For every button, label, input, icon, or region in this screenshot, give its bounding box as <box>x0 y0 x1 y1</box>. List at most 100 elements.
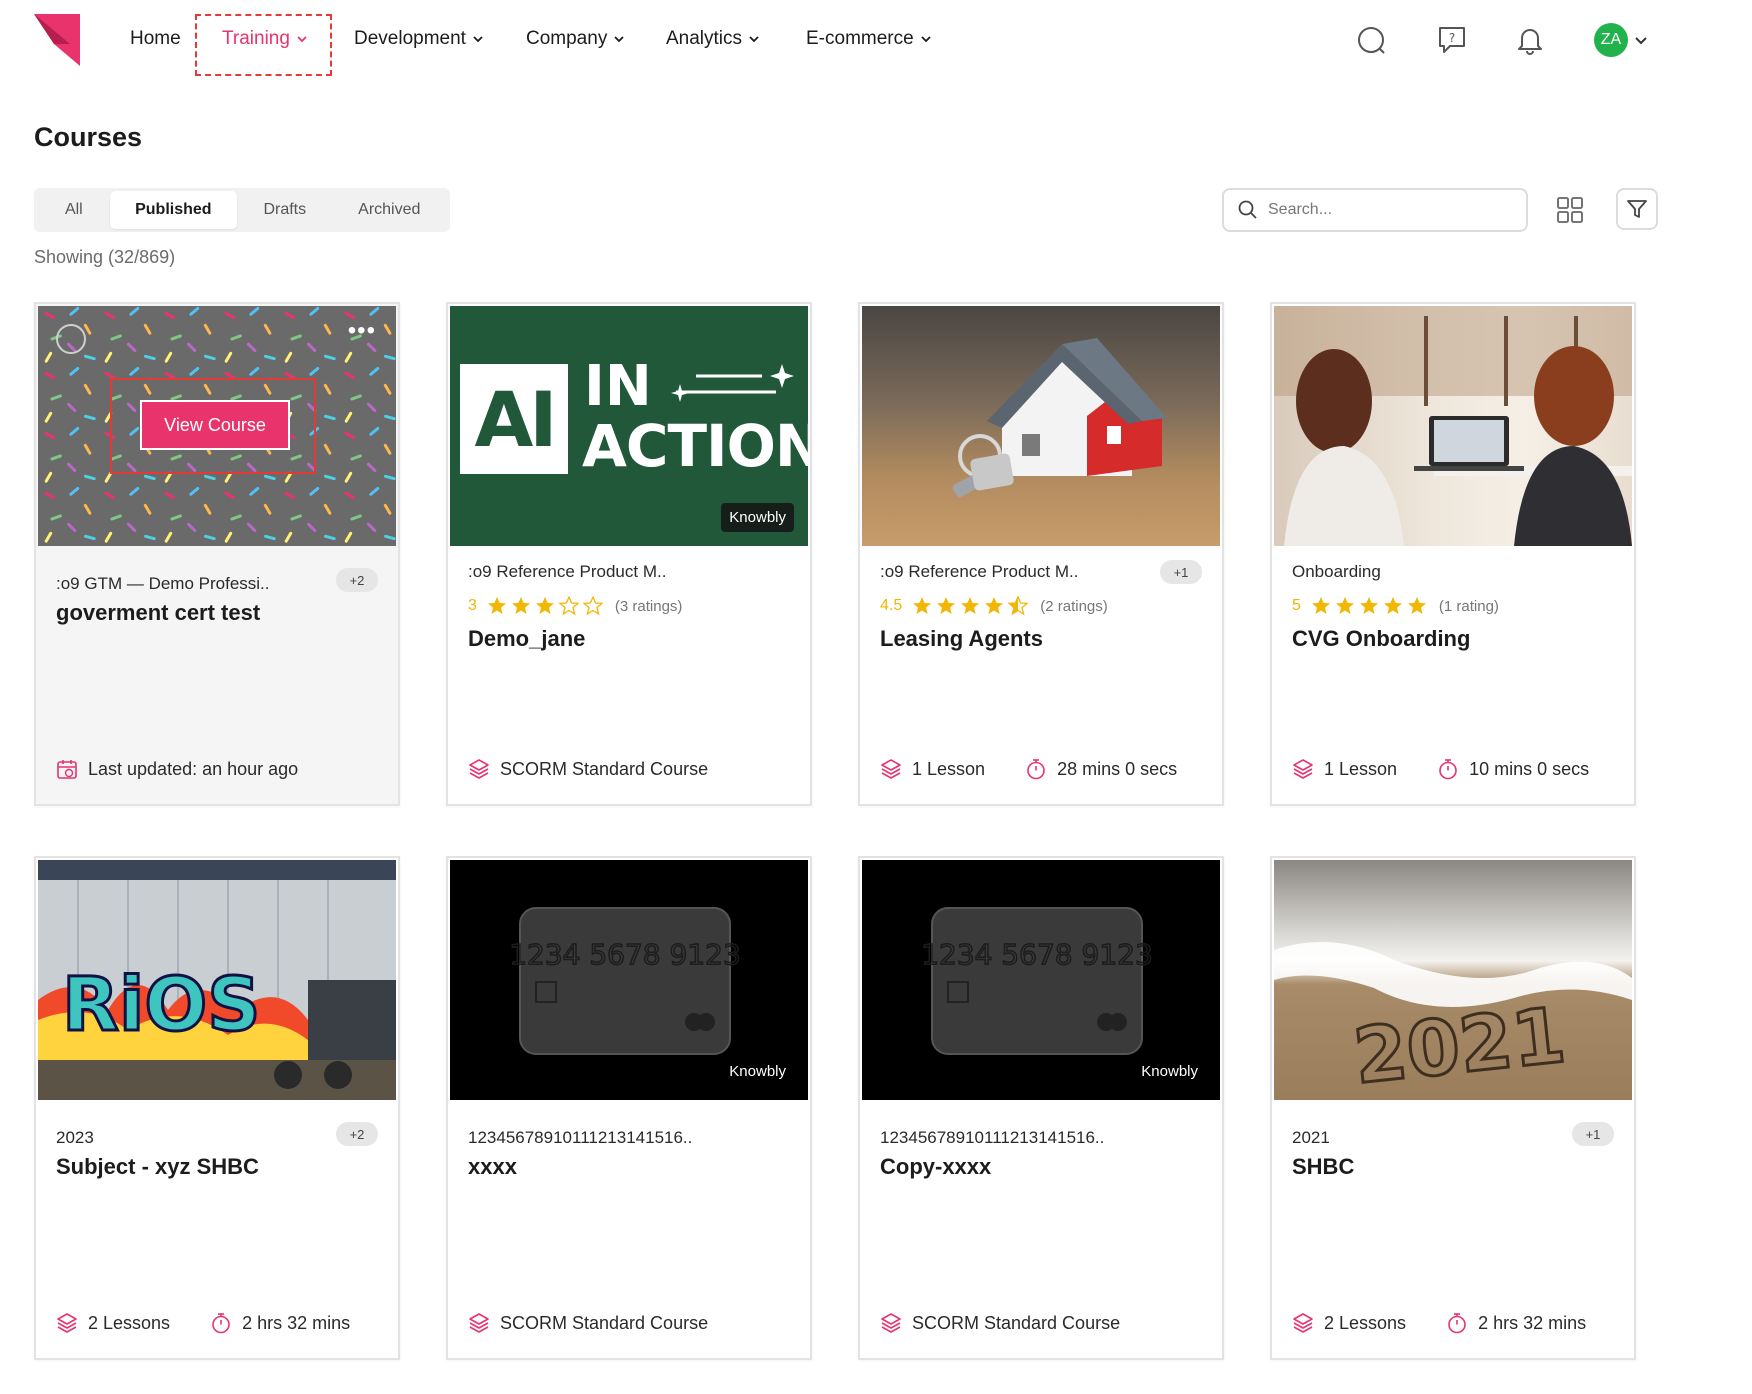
search-input[interactable] <box>1268 201 1508 219</box>
nav-home[interactable]: Home <box>130 28 181 50</box>
extra-categories-badge[interactable]: +2 <box>336 1122 378 1146</box>
nav-development[interactable]: Development <box>354 28 484 50</box>
extra-categories-badge[interactable]: +1 <box>1160 560 1202 584</box>
avatar[interactable]: ZA <box>1594 23 1628 57</box>
nav-training[interactable]: Training <box>222 28 308 50</box>
timer-icon <box>210 1312 232 1334</box>
two-women-laptop-image <box>1274 306 1632 546</box>
extra-categories-badge[interactable]: +1 <box>1572 1122 1614 1146</box>
course-meta: Last updated: an hour ago <box>56 758 298 780</box>
nav-ecommerce[interactable]: E-commerce <box>806 28 932 50</box>
star-rating <box>912 596 1028 616</box>
provider-badge: Knowbly <box>721 503 794 532</box>
chevron-down-icon <box>921 36 931 43</box>
course-category: :o9 GTM — Demo Professi.. <box>56 574 270 593</box>
star-empty-icon <box>583 596 603 616</box>
grid-view-icon[interactable] <box>1556 196 1584 224</box>
avatar-initials: ZA <box>1600 31 1622 48</box>
sparkle-decoration-icon <box>671 364 794 402</box>
course-title: goverment cert test <box>56 600 261 625</box>
course-duration: 2 hrs 32 mins <box>242 1312 351 1333</box>
course-rating: 3 (3 ratings) <box>468 596 682 616</box>
layers-icon <box>880 758 902 780</box>
course-card[interactable]: 2021 2021 +1 SHBC 2 Lessons 2 hrs 32 min… <box>1270 856 1636 1360</box>
select-radio[interactable] <box>56 324 86 354</box>
timer-icon <box>1437 758 1459 780</box>
brand-logo[interactable] <box>34 14 86 66</box>
filter-icon <box>1627 200 1647 218</box>
course-meta: SCORM Standard Course <box>468 1312 708 1334</box>
chevron-down-icon <box>749 36 759 43</box>
course-card[interactable]: :o9 Reference Product M.. +1 4.5 (2 rati… <box>858 302 1224 806</box>
course-rating: 4.5 (2 ratings) <box>880 596 1108 616</box>
beach-2021-image: 2021 <box>1274 942 1632 1100</box>
course-card[interactable]: 1234 5678 9123 Knowbly 12345678910111213… <box>858 856 1224 1360</box>
course-category: 2023 <box>56 1128 94 1147</box>
nav-company-label: Company <box>526 28 608 49</box>
course-card[interactable]: 1234 5678 9123 Knowbly 12345678910111213… <box>446 856 812 1360</box>
course-title: CVG Onboarding <box>1292 626 1471 651</box>
course-category: 12345678910111213141516.. <box>468 1128 693 1147</box>
star-full-icon <box>1311 596 1331 616</box>
layers-icon <box>1292 758 1314 780</box>
course-card[interactable]: ••• View Course :o9 GTM — Demo Professi.… <box>34 302 400 806</box>
tab-drafts[interactable]: Drafts <box>237 191 333 229</box>
course-title: Demo_jane <box>468 626 586 651</box>
course-meta: 2 Lessons 2 hrs 32 mins <box>56 1312 350 1334</box>
chevron-down-icon <box>473 36 483 43</box>
course-title: Subject - xyz SHBC <box>56 1154 259 1179</box>
lesson-count: 1 Lesson <box>1324 758 1398 779</box>
nav-ecommerce-label: E-commerce <box>806 28 914 49</box>
course-meta: 2 Lessons 2 hrs 32 mins <box>1292 1312 1586 1334</box>
chevron-down-icon <box>614 36 624 43</box>
calendar-icon <box>56 758 78 780</box>
thumb-heading-action: ACTION <box>582 412 808 480</box>
course-category: :o9 Reference Product M.. <box>468 562 667 581</box>
course-rating: 5 (1 rating) <box>1292 596 1499 616</box>
course-title: Leasing Agents <box>880 626 1043 651</box>
star-full-icon <box>912 596 932 616</box>
course-category: :o9 Reference Product M.. <box>880 562 1079 581</box>
help-chat-icon[interactable]: ? <box>1436 24 1468 56</box>
lesson-count: 1 Lesson <box>912 758 986 779</box>
card-number-text: 1234 5678 9123 <box>509 938 741 971</box>
course-thumbnail: RiOS <box>38 860 396 1100</box>
rating-value: 5 <box>1292 597 1301 614</box>
search-icon <box>1238 200 1257 219</box>
view-course-button[interactable]: View Course <box>140 400 290 450</box>
tab-archived[interactable]: Archived <box>333 191 446 229</box>
course-duration: 10 mins 0 secs <box>1469 758 1590 779</box>
course-title: xxxx <box>468 1154 517 1179</box>
layers-icon <box>1292 1312 1314 1334</box>
course-card[interactable]: AI IN ACTION Knowbly :o9 Reference Produ… <box>446 302 812 806</box>
extra-categories-badge[interactable]: +2 <box>336 568 378 592</box>
more-options-icon[interactable]: ••• <box>348 319 376 343</box>
chevron-down-icon[interactable] <box>1634 33 1648 47</box>
nav-analytics[interactable]: Analytics <box>666 28 760 50</box>
course-card[interactable]: RiOS 2023 +2 Subject - xyz SHBC 2 Lesson… <box>34 856 400 1360</box>
star-rating <box>487 596 603 616</box>
ai-logo-text: AI <box>474 374 557 464</box>
course-duration: 28 mins 0 secs <box>1057 758 1178 779</box>
tab-all[interactable]: All <box>38 191 110 229</box>
star-full-icon <box>960 596 980 616</box>
search-icon[interactable] <box>1356 24 1388 56</box>
timer-icon <box>1025 758 1047 780</box>
nav-home-label: Home <box>130 28 181 49</box>
rating-count: (2 ratings) <box>1040 597 1108 615</box>
nav-analytics-label: Analytics <box>666 28 743 49</box>
tab-published[interactable]: Published <box>109 191 238 229</box>
filter-button[interactable] <box>1616 188 1658 230</box>
course-meta: 1 Lesson 10 mins 0 secs <box>1292 758 1589 780</box>
nav-company[interactable]: Company <box>526 28 625 50</box>
star-full-icon <box>1407 596 1427 616</box>
last-updated-text: Last updated: an hour ago <box>88 758 299 779</box>
course-duration: 2 hrs 32 mins <box>1478 1312 1587 1333</box>
rating-value: 4.5 <box>880 597 903 614</box>
course-meta: 1 Lesson 28 mins 0 secs <box>880 758 1177 780</box>
course-card[interactable]: Onboarding 5 (1 rating) CVG Onboarding 1… <box>1270 302 1636 806</box>
lesson-count: 2 Lessons <box>88 1312 171 1333</box>
bell-icon[interactable] <box>1514 24 1546 56</box>
star-full-icon <box>535 596 555 616</box>
thumb-heading-in: IN <box>584 354 652 419</box>
